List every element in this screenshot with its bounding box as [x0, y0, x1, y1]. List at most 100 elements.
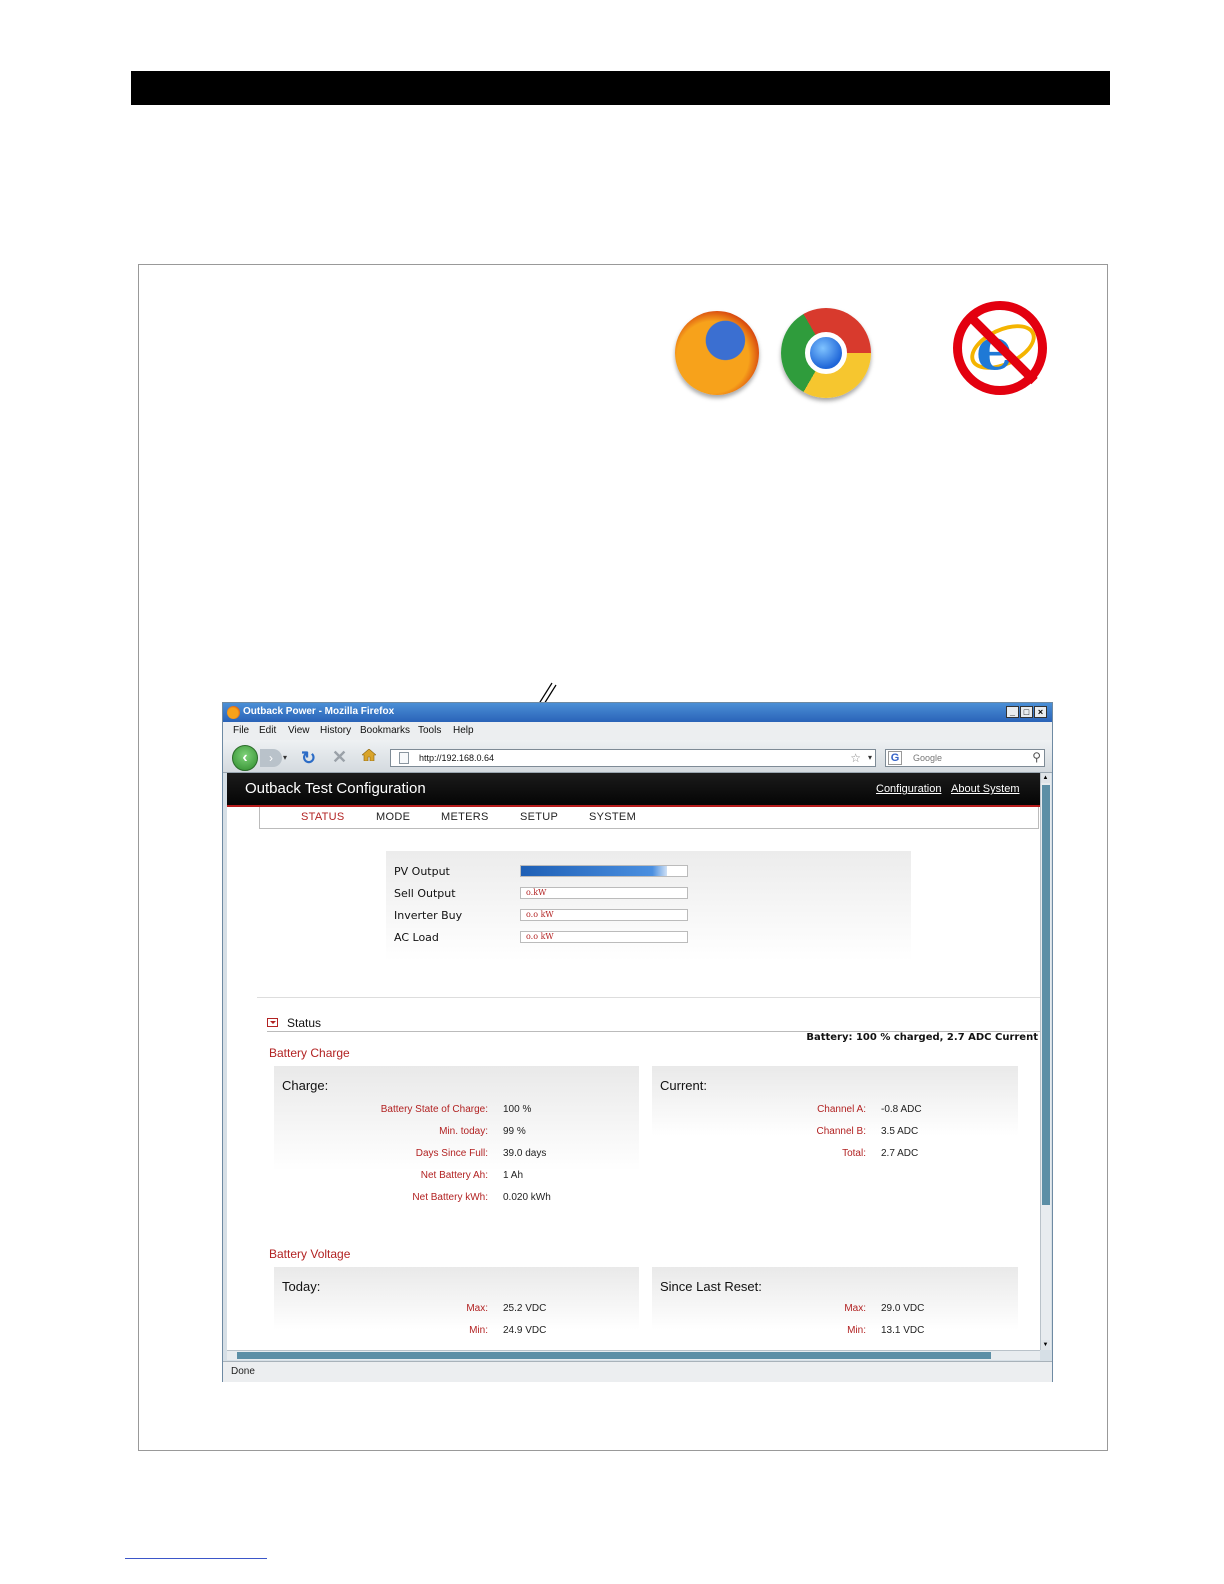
- menu-tools[interactable]: Tools: [418, 725, 441, 736]
- inverter-buy-field: o.o kW: [520, 909, 688, 921]
- today-card-title: Today:: [282, 1279, 321, 1294]
- ac-load-value: o.o kW: [526, 932, 554, 941]
- soc-label: Battery State of Charge:: [380, 1104, 488, 1115]
- sell-output-value: o.kW: [526, 888, 547, 897]
- maximize-button[interactable]: □: [1020, 706, 1033, 718]
- firefox-app-icon: [227, 706, 240, 719]
- menu-bar: File Edit View History Bookmarks Tools H…: [223, 722, 1052, 740]
- menu-view[interactable]: View: [288, 725, 310, 736]
- browser-status-text: Done: [231, 1366, 255, 1377]
- menu-help[interactable]: Help: [453, 725, 474, 736]
- history-dropdown-icon[interactable]: ▾: [283, 753, 287, 762]
- pv-output-label: PV Output: [394, 865, 450, 878]
- scroll-up-icon[interactable]: ▲: [1041, 773, 1050, 783]
- power-summary: PV Output Sell Output o.kW Inverter Buy …: [386, 851, 911, 961]
- today-voltage-card: Today: Max: 25.2 VDC Min: 24.9 VDC: [274, 1267, 639, 1350]
- battery-voltage-heading: Battery Voltage: [269, 1247, 351, 1261]
- pv-output-fill: [521, 866, 668, 876]
- ac-load-label: AC Load: [394, 931, 439, 944]
- today-min-label: Min:: [469, 1325, 488, 1336]
- address-bar-url: http://192.168.0.64: [419, 753, 495, 763]
- app-title: Outback Test Configuration: [245, 780, 426, 797]
- browser-window: Outback Power - Mozilla Firefox _ □ × Fi…: [222, 702, 1053, 1382]
- url-dropdown-icon[interactable]: ▾: [868, 753, 872, 762]
- min-today-value: 99 %: [503, 1126, 526, 1137]
- app-header: Outback Test Configuration Configuration…: [227, 773, 1040, 807]
- scroll-down-icon[interactable]: ▼: [1041, 1340, 1050, 1350]
- vertical-scroll-thumb[interactable]: [1042, 785, 1050, 1205]
- today-min-value: 24.9 VDC: [503, 1325, 547, 1336]
- reset-min-value: 13.1 VDC: [881, 1325, 925, 1336]
- since-reset-card-title: Since Last Reset:: [660, 1279, 762, 1294]
- inverter-buy-value: o.o kW: [526, 910, 554, 919]
- vertical-scrollbar[interactable]: ▲ ▼: [1040, 773, 1051, 1350]
- tab-status[interactable]: STATUS: [301, 811, 345, 823]
- net-battery-ah-label: Net Battery Ah:: [420, 1170, 488, 1181]
- today-max-value: 25.2 VDC: [503, 1303, 547, 1314]
- total-current-value: 2.7 ADC: [881, 1148, 919, 1159]
- back-button[interactable]: ‹: [232, 745, 258, 771]
- battery-summary: Battery: 100 % charged, 2.7 ADC Current: [806, 1032, 1038, 1043]
- internet-explorer-prohibited-icon: e: [953, 301, 1047, 395]
- stop-icon[interactable]: ✕: [332, 747, 347, 768]
- tab-setup[interactable]: SETUP: [520, 811, 558, 823]
- ac-load-field: o.o kW: [520, 931, 688, 943]
- tab-mode[interactable]: MODE: [376, 811, 410, 823]
- net-battery-kwh-label: Net Battery kWh:: [412, 1192, 488, 1203]
- net-battery-kwh-value: 0.020 kWh: [503, 1192, 551, 1203]
- search-input[interactable]: G Google ⚲: [885, 749, 1045, 767]
- net-battery-ah-value: 1 Ah: [503, 1170, 524, 1181]
- window-titlebar: Outback Power - Mozilla Firefox _ □ ×: [223, 703, 1052, 722]
- home-icon[interactable]: [362, 749, 376, 761]
- reset-max-label: Max:: [844, 1303, 866, 1314]
- total-current-label: Total:: [842, 1148, 866, 1159]
- inverter-buy-label: Inverter Buy: [394, 909, 463, 922]
- tab-system[interactable]: SYSTEM: [589, 811, 636, 823]
- search-engine-icon[interactable]: G: [888, 751, 902, 765]
- firefox-logo: [675, 311, 759, 395]
- bookmark-star-icon[interactable]: ☆: [850, 751, 861, 765]
- search-icon[interactable]: ⚲: [1032, 750, 1041, 764]
- menu-edit[interactable]: Edit: [259, 725, 276, 736]
- minimize-button[interactable]: _: [1006, 706, 1019, 718]
- menu-history[interactable]: History: [320, 725, 351, 736]
- footer-rule: [125, 1558, 267, 1559]
- min-today-label: Min. today:: [439, 1126, 488, 1137]
- battery-charge-heading: Battery Charge: [269, 1046, 350, 1060]
- days-since-full-value: 39.0 days: [503, 1148, 547, 1159]
- document-header-bar: [131, 71, 1110, 105]
- channel-a-label: Channel A:: [817, 1104, 866, 1115]
- page-icon: [399, 752, 409, 764]
- pv-output-bar: [520, 865, 688, 877]
- collapse-toggle-icon[interactable]: [267, 1018, 278, 1027]
- search-placeholder: Google: [913, 753, 943, 763]
- forward-button[interactable]: ›: [260, 749, 282, 767]
- configuration-link[interactable]: Configuration: [876, 783, 941, 795]
- navigation-toolbar: ‹ › ▾ ↻ ✕ http://192.168.0.64 ☆ ▾ G Goog…: [223, 740, 1052, 773]
- sell-output-field: o.kW: [520, 887, 688, 899]
- about-system-link[interactable]: About System: [951, 783, 1019, 795]
- days-since-full-label: Days Since Full:: [415, 1148, 488, 1159]
- chrome-logo: [781, 308, 871, 398]
- page-viewport: Outback Test Configuration Configuration…: [227, 773, 1040, 1350]
- soc-value: 100 %: [503, 1104, 532, 1115]
- status-panel-title: Status: [287, 1016, 322, 1030]
- channel-a-value: -0.8 ADC: [881, 1104, 922, 1115]
- menu-bookmarks[interactable]: Bookmarks: [360, 725, 410, 736]
- sell-output-label: Sell Output: [394, 887, 456, 900]
- close-button[interactable]: ×: [1034, 706, 1047, 718]
- channel-b-value: 3.5 ADC: [881, 1126, 919, 1137]
- tab-meters[interactable]: METERS: [441, 811, 489, 823]
- main-tabs: STATUS MODE METERS SETUP SYSTEM: [259, 807, 1039, 829]
- reset-min-label: Min:: [847, 1325, 866, 1336]
- browser-status-bar: Done: [223, 1361, 1052, 1382]
- horizontal-scrollbar[interactable]: [227, 1350, 1040, 1360]
- current-card: Current: Channel A: -0.8 ADC Channel B: …: [652, 1066, 1018, 1166]
- charge-card-title: Charge:: [282, 1078, 329, 1093]
- status-panel: Status Battery: 100 % charged, 2.7 ADC C…: [257, 997, 1040, 1350]
- menu-file[interactable]: File: [233, 725, 249, 736]
- horizontal-scroll-thumb[interactable]: [237, 1352, 991, 1359]
- address-bar[interactable]: http://192.168.0.64 ☆ ▾: [390, 749, 876, 767]
- reset-max-value: 29.0 VDC: [881, 1303, 925, 1314]
- reload-icon[interactable]: ↻: [301, 748, 316, 769]
